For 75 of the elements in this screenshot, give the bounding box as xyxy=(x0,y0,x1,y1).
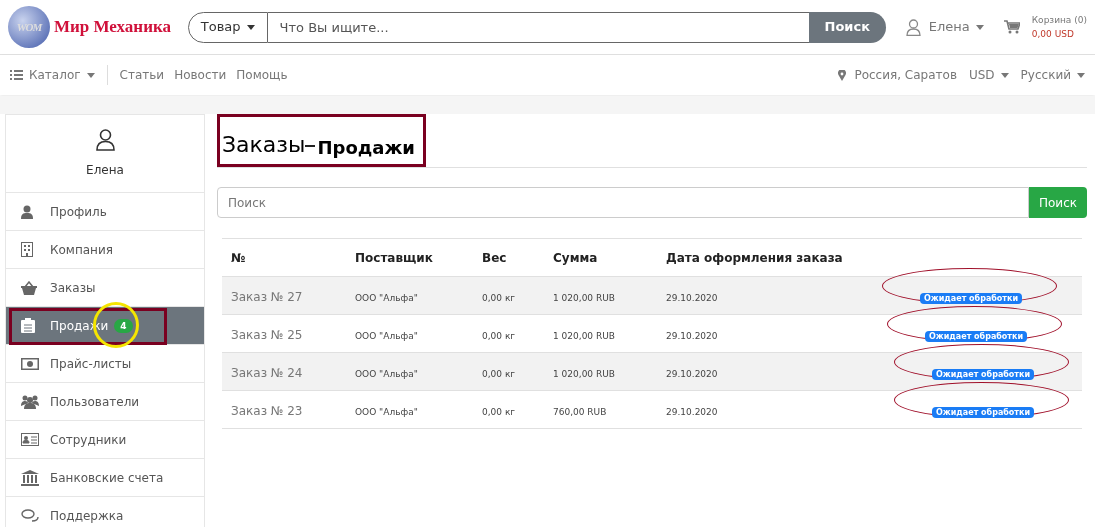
banknote-icon xyxy=(21,357,39,370)
table-cell: ООО "Альфа" xyxy=(355,292,418,303)
table-cell: 0,00 кг xyxy=(482,330,516,341)
table-cell: 1 020,00 RUB xyxy=(553,292,615,303)
table-cell: 760,00 RUB xyxy=(553,406,607,417)
table-cell: ООО "Альфа" xyxy=(355,406,418,417)
caret-icon xyxy=(975,24,984,30)
column-header: Сумма xyxy=(553,250,598,265)
person-icon xyxy=(21,204,33,219)
user-icon xyxy=(95,128,115,151)
user-name: Елена xyxy=(86,161,124,179)
column-header: Вес xyxy=(482,250,507,265)
sidebar-item[interactable]: Заказы xyxy=(6,269,204,306)
column-header: № xyxy=(231,250,246,265)
search-button[interactable]: Поиск xyxy=(808,11,886,43)
language-dropdown[interactable]: Русский xyxy=(1020,66,1085,84)
nav-link[interactable]: Помощь xyxy=(236,66,288,84)
nav-link[interactable]: Новости xyxy=(174,66,227,84)
column-header: Дата оформления заказа xyxy=(666,250,843,265)
building-icon xyxy=(21,242,33,257)
table-cell: ООО "Альфа" xyxy=(355,330,418,341)
table-cell: 1 020,00 RUB xyxy=(553,368,615,379)
logo-mark: WOM xyxy=(16,19,42,35)
sidebar-item[interactable]: Прайс-листы xyxy=(6,345,204,382)
caret-icon xyxy=(246,24,255,30)
cart-label[interactable]: Корзина (0) xyxy=(1031,13,1087,27)
caret-icon xyxy=(1077,72,1085,78)
caret-icon xyxy=(1000,72,1009,78)
sidebar-item[interactable]: Пользователи xyxy=(6,383,204,420)
id-card-icon xyxy=(21,433,39,446)
order-number[interactable]: Заказ № 23 xyxy=(231,403,303,418)
table-cell: 0,00 кг xyxy=(482,368,516,379)
location-link[interactable]: Россия, Саратов xyxy=(838,66,957,84)
table-cell: 29.10.2020 xyxy=(666,406,718,417)
order-number[interactable]: Заказ № 24 xyxy=(231,365,303,380)
cart-total: 0,00 USD xyxy=(1031,28,1075,41)
status-badge: Ожидает обработки xyxy=(932,368,1035,380)
table-cell: 0,00 кг xyxy=(482,292,516,303)
user-icon xyxy=(905,18,921,36)
clipboard-icon xyxy=(21,318,35,333)
table-cell: 29.10.2020 xyxy=(666,368,718,379)
sidebar-item[interactable]: Поддержка xyxy=(6,497,204,527)
page-title: Заказы xyxy=(222,132,306,157)
nav-link[interactable]: Статьи xyxy=(119,66,165,84)
order-number[interactable]: Заказ № 27 xyxy=(231,289,303,304)
basket-icon xyxy=(21,280,37,295)
sidebar-item[interactable]: Профиль xyxy=(6,193,204,230)
column-header: Поставщик xyxy=(355,250,433,265)
list-icon xyxy=(10,70,23,80)
search-button[interactable]: Поиск xyxy=(1029,187,1087,218)
page-title: Продажи xyxy=(317,137,415,158)
table-cell: 29.10.2020 xyxy=(666,292,718,303)
table-cell: 1 020,00 RUB xyxy=(553,330,615,341)
table-cell: ООО "Альфа" xyxy=(355,368,418,379)
sidebar-item[interactable]: Банковские счета xyxy=(6,459,204,496)
table-cell: 29.10.2020 xyxy=(666,330,718,341)
currency-dropdown[interactable]: USD xyxy=(968,66,1009,84)
sidebar-item[interactable]: Компания xyxy=(6,231,204,268)
status-badge: Ожидает обработки xyxy=(932,406,1035,418)
users-icon xyxy=(21,394,39,409)
count-badge: 4 xyxy=(114,318,133,333)
status-badge: Ожидает обработки xyxy=(925,330,1028,342)
table-cell: 0,00 кг xyxy=(482,406,516,417)
order-number[interactable]: Заказ № 25 xyxy=(231,327,303,342)
bank-icon xyxy=(21,469,39,486)
map-pin-icon xyxy=(838,69,847,81)
logo-text[interactable]: Мир Механика xyxy=(54,14,171,40)
search-field[interactable]: Что Вы ищите... xyxy=(267,11,809,43)
user-menu[interactable]: Елена xyxy=(905,17,984,37)
catalog-menu[interactable]: Каталог xyxy=(10,66,95,84)
status-badge: Ожидает обработки xyxy=(920,292,1023,304)
sidebar-item[interactable]: Сотрудники xyxy=(6,421,204,458)
chat-icon xyxy=(21,508,39,523)
cart-icon[interactable] xyxy=(1003,20,1020,34)
caret-icon xyxy=(86,72,95,78)
